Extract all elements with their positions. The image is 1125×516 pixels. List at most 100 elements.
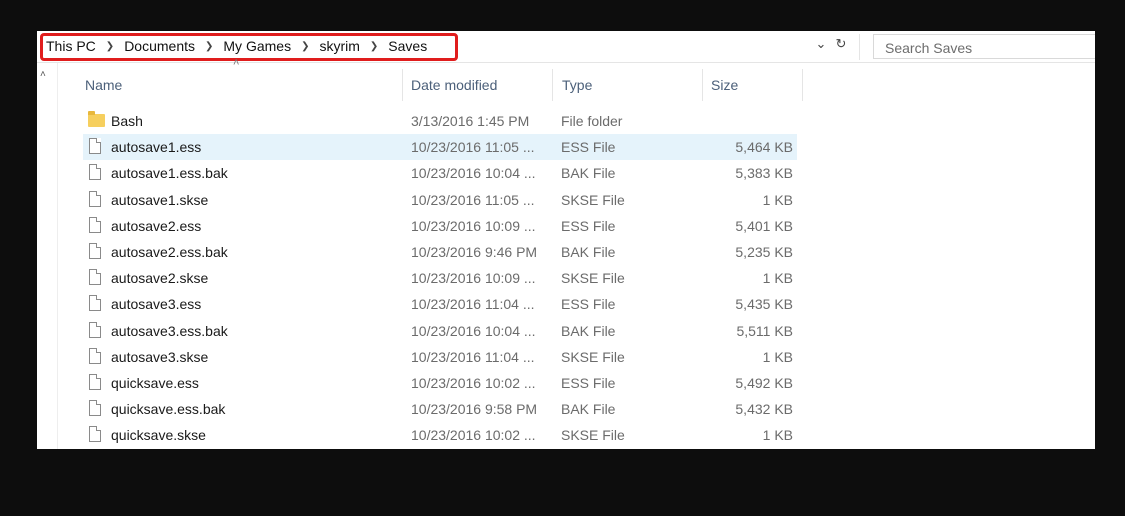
- file-type: BAK File: [561, 401, 616, 418]
- file-date: 10/23/2016 10:04 ...: [411, 165, 536, 182]
- column-header-type-label: Type: [562, 77, 593, 93]
- file-icon: [89, 138, 101, 155]
- file-icon: [89, 269, 101, 286]
- file-size: 5,511 KB: [736, 322, 793, 339]
- file-date: 3/13/2016 1:45 PM: [411, 113, 530, 129]
- file-name: autosave1.ess: [111, 139, 202, 156]
- column-header-date-label: Date modified: [411, 77, 498, 93]
- file-date: 10/23/2016 11:05 ...: [411, 191, 535, 208]
- file-explorer-window: This PC ❯ Documents ❯ My Games ❯ skyrim …: [37, 31, 1095, 449]
- file-name: autosave3.ess: [111, 296, 202, 313]
- search-input[interactable]: [883, 36, 1087, 59]
- column-headers: ˄ Name Date modified Type Size: [75, 57, 803, 101]
- file-type: File folder: [561, 113, 623, 129]
- table-row[interactable]: quicksave.skse 10/23/2016 10:02 ... SKSE F…: [83, 422, 797, 448]
- file-size: [683, 108, 793, 134]
- address-bar[interactable]: This PC ❯ Documents ❯ My Games ❯ skyrim …: [37, 31, 1095, 63]
- table-row[interactable]: autosave3.ess 10/23/2016 11:04 ... ESS Fil…: [83, 291, 797, 317]
- file-icon: [89, 400, 101, 417]
- file-icon: [89, 190, 101, 207]
- table-row[interactable]: autosave1.ess 10/23/2016 11:05 ... ESS Fil…: [83, 134, 797, 161]
- file-type: ESS File: [561, 296, 616, 313]
- file-size: 5,432 KB: [735, 401, 793, 418]
- breadcrumb-separator-icon[interactable]: ❯: [301, 41, 309, 52]
- file-date: 10/23/2016 10:09 ...: [411, 270, 536, 287]
- file-type: SKSE File: [561, 191, 625, 208]
- table-row[interactable]: autosave2.ess.bak 10/23/2016 9:46 PM BAK F…: [83, 239, 797, 265]
- column-header-date[interactable]: Date modified: [403, 69, 553, 101]
- file-icon: [89, 164, 101, 181]
- file-size: 5,401 KB: [735, 217, 793, 234]
- file-date: 10/23/2016 10:04 ...: [411, 322, 536, 339]
- column-header-name-label: Name: [85, 77, 123, 93]
- table-row[interactable]: quicksave.ess.bak 10/23/2016 9:58 PM BAK F…: [83, 396, 797, 422]
- file-icon: [89, 216, 101, 233]
- breadcrumb-saves[interactable]: Saves: [388, 38, 427, 54]
- column-header-size-label: Size: [711, 77, 739, 93]
- table-row[interactable]: autosave2.ess 10/23/2016 10:09 ... ESS Fil…: [83, 213, 797, 239]
- file-size: 5,464 KB: [735, 139, 793, 156]
- table-row[interactable]: autosave2.skse 10/23/2016 10:09 ... SKSE F…: [83, 265, 797, 291]
- refresh-icon[interactable]: ↻: [831, 36, 851, 52]
- file-date: 10/23/2016 9:46 PM: [411, 243, 538, 260]
- file-date: 10/23/2016 11:05 ...: [411, 139, 535, 156]
- file-date: 10/23/2016 9:58 PM: [411, 401, 538, 418]
- table-row[interactable]: quicksave.ess 10/23/2016 10:02 ... ESS Fil…: [83, 370, 797, 396]
- table-row[interactable]: Bash 3/13/2016 1:45 PM File folder: [83, 108, 797, 134]
- breadcrumb-this-pc[interactable]: This PC: [46, 38, 96, 54]
- file-size: 5,383 KB: [735, 165, 793, 182]
- chevron-down-icon[interactable]: ⌄: [811, 36, 831, 52]
- file-type: BAK File: [561, 322, 616, 339]
- file-name: quicksave.ess: [111, 374, 199, 391]
- file-size: 1 KB: [762, 348, 793, 365]
- file-name: autosave3.skse: [111, 348, 209, 365]
- file-date: 10/23/2016 11:04 ...: [411, 296, 535, 313]
- breadcrumb-my-games[interactable]: My Games: [223, 38, 291, 54]
- file-icon: [89, 321, 101, 338]
- file-icon: [89, 242, 101, 259]
- navigation-pane: ˄: [37, 63, 58, 449]
- file-name: quicksave.skse: [111, 427, 206, 444]
- file-size: 1 KB: [762, 270, 793, 287]
- file-type: ESS File: [561, 217, 616, 234]
- file-name: Bash: [111, 113, 143, 129]
- file-icon: [89, 295, 101, 312]
- search-box[interactable]: [873, 34, 1095, 59]
- file-date: 10/23/2016 10:09 ...: [411, 217, 536, 234]
- table-row[interactable]: autosave3.skse 10/23/2016 11:04 ... SKSE F…: [83, 344, 797, 370]
- file-name: autosave3.ess.bak: [111, 322, 228, 339]
- file-name: autosave2.ess.bak: [111, 243, 228, 260]
- file-type: ESS File: [561, 374, 616, 391]
- breadcrumb-skyrim[interactable]: skyrim: [319, 38, 359, 54]
- chevron-up-icon[interactable]: ˄: [40, 69, 46, 80]
- file-size: 5,235 KB: [735, 243, 793, 260]
- file-size: 1 KB: [762, 427, 793, 444]
- file-icon: [89, 426, 101, 443]
- file-type: SKSE File: [561, 348, 625, 365]
- folder-icon: [88, 111, 105, 127]
- column-header-name[interactable]: ˄ Name: [75, 57, 403, 101]
- file-size: 5,492 KB: [735, 374, 793, 391]
- file-type: SKSE File: [561, 270, 625, 287]
- column-header-size[interactable]: Size: [703, 69, 803, 101]
- column-header-type[interactable]: Type: [553, 69, 703, 101]
- address-divider: [859, 34, 860, 60]
- file-icon: [89, 373, 101, 390]
- breadcrumb-separator-icon[interactable]: ❯: [370, 41, 378, 52]
- file-date: 10/23/2016 10:02 ...: [411, 427, 536, 444]
- breadcrumb-documents[interactable]: Documents: [124, 38, 195, 54]
- table-row[interactable]: autosave1.ess.bak 10/23/2016 10:04 ... BAK…: [83, 160, 797, 186]
- file-name: autosave1.skse: [111, 191, 209, 208]
- breadcrumb: This PC ❯ Documents ❯ My Games ❯ skyrim …: [46, 38, 427, 54]
- file-name: autosave1.ess.bak: [111, 165, 228, 182]
- file-date: 10/23/2016 11:04 ...: [411, 348, 535, 365]
- file-name: autosave2.ess: [111, 217, 202, 234]
- file-size: 1 KB: [762, 191, 793, 208]
- table-row[interactable]: autosave3.ess.bak 10/23/2016 10:04 ... BAK…: [83, 318, 797, 344]
- breadcrumb-separator-icon[interactable]: ❯: [106, 41, 114, 52]
- file-type: ESS File: [561, 139, 616, 156]
- table-row[interactable]: autosave1.skse 10/23/2016 11:05 ... SKSE F…: [83, 187, 797, 213]
- address-controls: ⌄ ↻: [811, 36, 851, 52]
- file-type: SKSE File: [561, 427, 625, 444]
- breadcrumb-separator-icon[interactable]: ❯: [205, 41, 213, 52]
